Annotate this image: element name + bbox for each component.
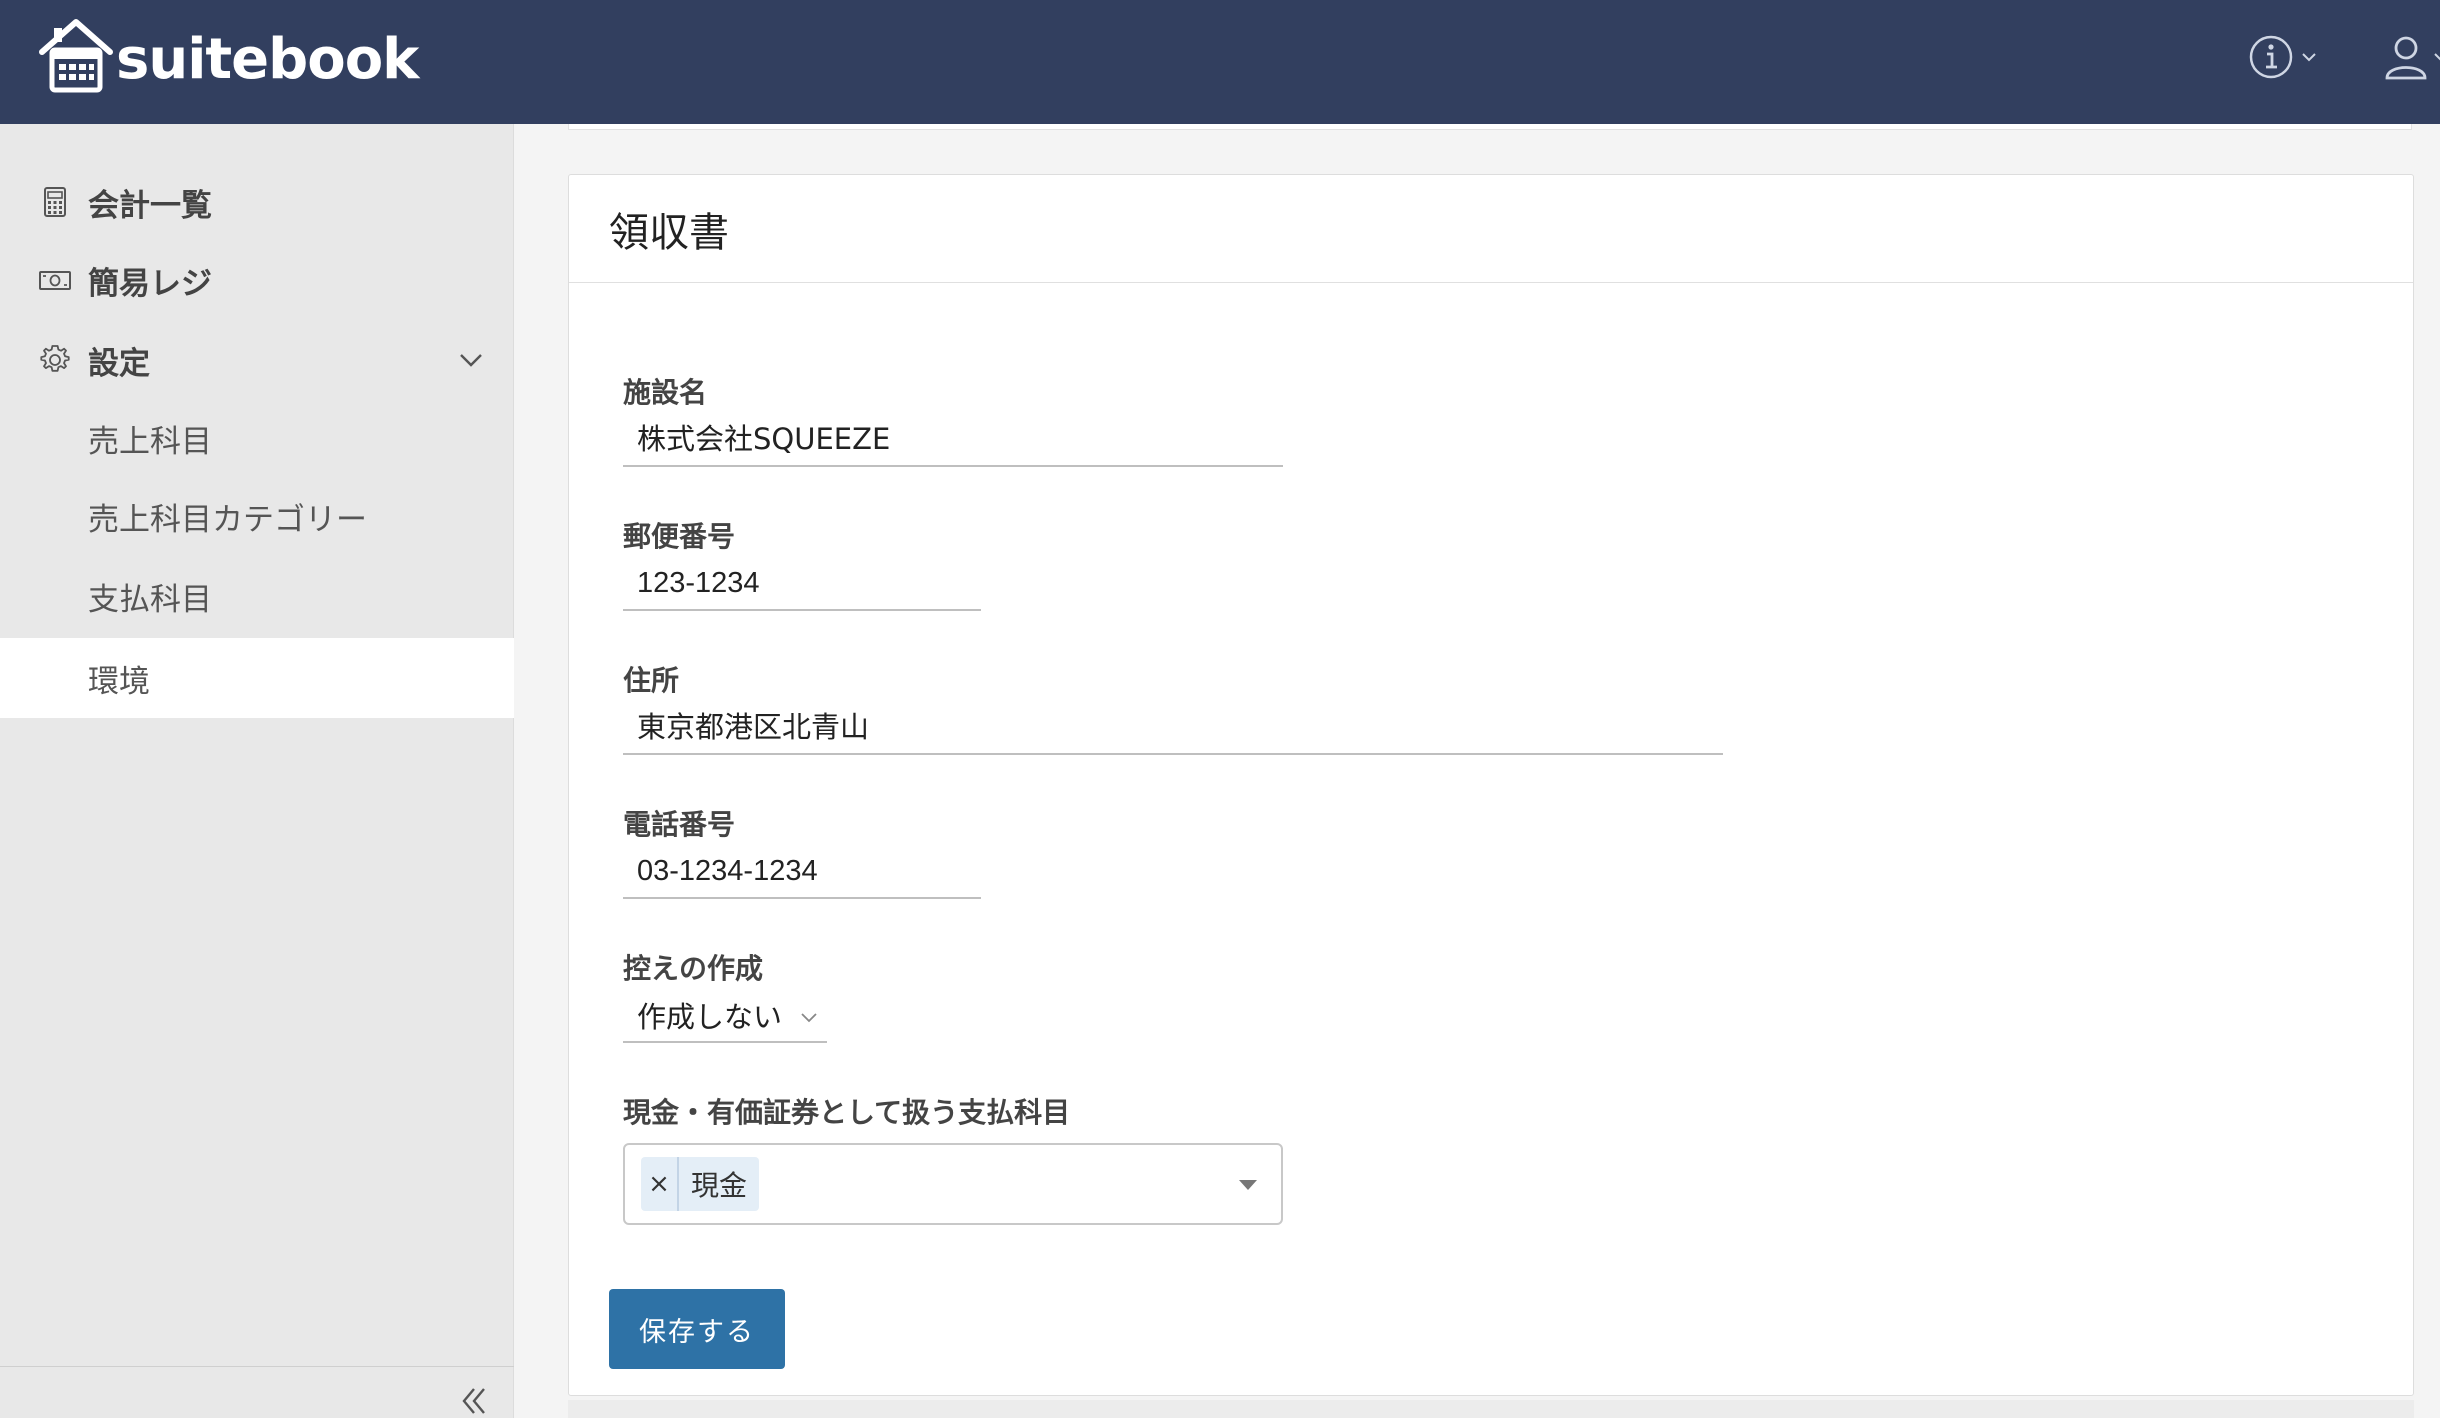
sidebar-item-accounting-list[interactable]: 会計一覧	[0, 162, 514, 242]
field-label: 施設名	[623, 376, 708, 409]
sidebar-subitem-label: 環境	[88, 663, 150, 700]
calculator-icon	[44, 187, 66, 217]
sidebar-subitem-label: 売上科目	[88, 423, 212, 460]
copy-creation-field: 控えの作成 作成しない	[623, 947, 827, 1043]
address-field: 住所 東京都港区北青山	[623, 659, 1723, 755]
tag-label: 現金	[691, 1169, 748, 1202]
double-chevron-left-icon[interactable]	[456, 1385, 492, 1417]
chevron-down-icon	[2434, 53, 2440, 61]
remove-tag-button[interactable]: ×	[641, 1157, 679, 1211]
chevron-down-icon[interactable]	[456, 345, 486, 375]
address-input[interactable]: 東京都港区北青山	[623, 705, 1723, 755]
select-value: 作成しない	[637, 1000, 783, 1034]
sidebar-subitem-sales-account-categories[interactable]: 売上科目カテゴリー	[0, 476, 514, 556]
phone-field: 電話番号 03-1234-1234	[623, 803, 981, 899]
cash-accounts-field: 現金・有価証券として扱う支払科目 × 現金	[623, 1091, 1283, 1225]
user-icon	[2385, 36, 2427, 80]
house-calendar-icon	[39, 19, 113, 93]
caret-down-icon[interactable]	[1237, 1177, 1259, 1193]
cash-accounts-multiselect[interactable]: × 現金	[623, 1143, 1283, 1225]
brand-name: suitebook	[116, 26, 419, 92]
brand-logo[interactable]: suitebook	[36, 14, 419, 94]
info-icon	[2249, 35, 2293, 79]
postal-code-field: 郵便番号 123-1234	[623, 515, 981, 611]
sidebar-item-label: 簡易レジ	[88, 265, 212, 302]
facility-name-input[interactable]: 株式会社SQUEEZE	[623, 417, 1283, 467]
field-label: 郵便番号	[623, 520, 736, 553]
sidebar-subitem-sales-accounts[interactable]: 売上科目	[0, 398, 514, 478]
sidebar-item-simple-register[interactable]: 簡易レジ	[0, 240, 514, 320]
field-label: 住所	[623, 664, 680, 697]
gear-icon	[40, 345, 70, 372]
sidebar-footer	[0, 1366, 514, 1418]
copy-creation-select[interactable]: 作成しない	[623, 993, 827, 1043]
sidebar: 会計一覧 簡易レジ 設定 売上科目 売上科目カテゴリー 支払科目 環境	[0, 124, 514, 1418]
field-label: 控えの作成	[623, 952, 764, 985]
sidebar-subitem-label: 売上科目カテゴリー	[88, 501, 367, 538]
facility-name-field: 施設名 株式会社SQUEEZE	[623, 371, 1283, 467]
card-bottom-edge	[568, 1400, 2414, 1418]
sidebar-item-label: 設定	[88, 345, 150, 382]
app-header: suitebook	[0, 0, 2440, 124]
card-header: 領収書	[569, 175, 2413, 283]
chevron-down-icon	[801, 1013, 817, 1023]
phone-input[interactable]: 03-1234-1234	[623, 849, 981, 899]
postal-code-input[interactable]: 123-1234	[623, 561, 981, 611]
cash-icon	[39, 271, 71, 290]
card-title: 領収書	[609, 209, 729, 256]
sidebar-item-label: 会計一覧	[88, 187, 212, 224]
sidebar-subitem-payment-accounts[interactable]: 支払科目	[0, 556, 514, 636]
previous-card-edge	[568, 124, 2412, 130]
field-label: 現金・有価証券として扱う支払科目	[623, 1096, 1071, 1129]
sidebar-subitem-environment[interactable]: 環境	[0, 638, 514, 718]
sidebar-subitem-label: 支払科目	[88, 581, 212, 618]
selected-tag: × 現金	[641, 1157, 760, 1211]
chevron-down-icon	[2302, 53, 2316, 62]
info-menu[interactable]	[2248, 34, 2318, 80]
sidebar-item-settings[interactable]: 設定	[0, 320, 514, 400]
main-content: 領収書 施設名 株式会社SQUEEZE 郵便番号 123-1234 住所 東京都…	[514, 124, 2440, 1418]
field-label: 電話番号	[623, 808, 736, 841]
receipt-settings-card: 領収書 施設名 株式会社SQUEEZE 郵便番号 123-1234 住所 東京都…	[568, 174, 2414, 1396]
save-button[interactable]: 保存する	[609, 1289, 785, 1369]
user-menu[interactable]	[2384, 34, 2440, 80]
